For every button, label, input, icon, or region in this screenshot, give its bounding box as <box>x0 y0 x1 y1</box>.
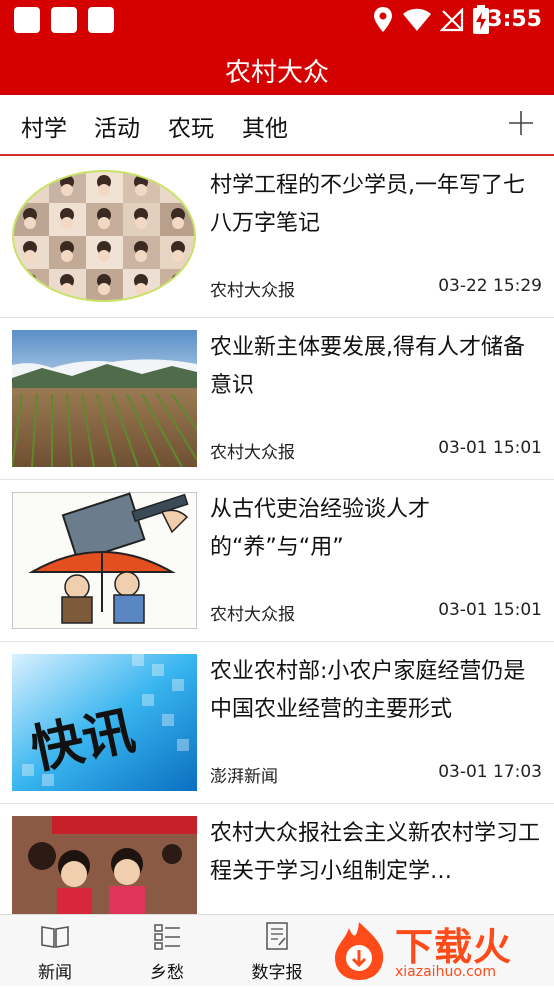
nav-label: 数字报 <box>251 963 303 983</box>
nav-label: 乡愁 <box>150 963 184 983</box>
no-signal-icon <box>440 8 464 32</box>
notification-icon <box>88 7 114 33</box>
news-list: 村学工程的不少学员,一年写了七八万字笔记 农村大众报 03-22 15:29 农… <box>0 156 554 914</box>
flame-icon <box>335 922 384 980</box>
news-source: 澎湃新闻 <box>210 767 278 787</box>
nav-digital-paper[interactable]: 数字报 <box>222 915 332 987</box>
nav-news[interactable]: 新闻 <box>0 915 110 987</box>
news-item[interactable]: 农村大众报社会主义新农村学习工程关于学习小组制定学… <box>0 804 554 914</box>
news-time: 03-01 15:01 <box>438 600 542 620</box>
news-title: 村学工程的不少学员,一年写了七八万字笔记 <box>210 173 525 236</box>
book-icon <box>41 926 69 948</box>
location-icon <box>374 7 392 32</box>
news-source: 农村大众报 <box>210 281 295 301</box>
nav-xiangchou[interactable]: 乡愁 <box>112 915 222 987</box>
tab-qita[interactable]: 其他 <box>242 109 288 143</box>
tab-huodong[interactable]: 活动 <box>94 109 140 143</box>
news-source: 农村大众报 <box>210 605 295 625</box>
news-time: 03-22 15:29 <box>438 276 542 296</box>
notification-icon <box>51 7 77 33</box>
category-tab-bar: 村学 活动 农玩 其他 <box>0 95 554 156</box>
status-time: 3:55 <box>487 7 542 32</box>
news-thumbnail <box>12 816 197 914</box>
news-thumbnail <box>12 330 197 467</box>
news-thumbnail <box>12 170 197 303</box>
newspaper-icon <box>266 922 288 950</box>
watermark-logo: 下载火 xiazaihuo.com <box>325 912 554 986</box>
news-item[interactable]: 快讯 农业农村部:小农户家庭经营仍是中国农业经营的主要形式 澎湃新闻 03-01… <box>0 642 554 804</box>
news-time: 03-01 17:03 <box>438 762 542 782</box>
news-item[interactable]: 村学工程的不少学员,一年写了七八万字笔记 农村大众报 03-22 15:29 <box>0 156 554 318</box>
list-icon <box>154 924 180 950</box>
news-time: 03-01 15:01 <box>438 438 542 458</box>
watermark-text: 下载火 <box>395 925 513 969</box>
app-bar: 农村大众 <box>0 40 554 95</box>
app-title: 农村大众 <box>224 58 329 88</box>
tab-nongwan[interactable]: 农玩 <box>168 109 214 143</box>
nav-label: 新闻 <box>38 963 72 983</box>
notification-icon <box>14 7 40 33</box>
news-title: 农业新主体要发展,得有人才储备意识 <box>210 335 525 398</box>
news-title: 农业农村部:小农户家庭经营仍是中国农业经营的主要形式 <box>210 659 526 722</box>
wifi-icon <box>403 8 431 31</box>
news-item[interactable]: 从古代吏治经验谈人才的“养”与“用” 农村大众报 03-01 15:01 <box>0 480 554 642</box>
watermark-url: xiazaihuo.com <box>395 964 496 980</box>
news-title: 从古代吏治经验谈人才的“养”与“用” <box>210 497 431 560</box>
news-item[interactable]: 农业新主体要发展,得有人才储备意识 农村大众报 03-01 15:01 <box>0 318 554 480</box>
status-bar: 3:55 <box>0 0 554 40</box>
add-tab-icon[interactable] <box>506 108 536 138</box>
news-source: 农村大众报 <box>210 443 295 463</box>
tab-cunxue[interactable]: 村学 <box>21 109 67 143</box>
news-title: 农村大众报社会主义新农村学习工程关于学习小组制定学… <box>210 821 541 884</box>
news-thumbnail: 快讯 <box>12 654 197 791</box>
news-thumbnail <box>12 492 197 629</box>
